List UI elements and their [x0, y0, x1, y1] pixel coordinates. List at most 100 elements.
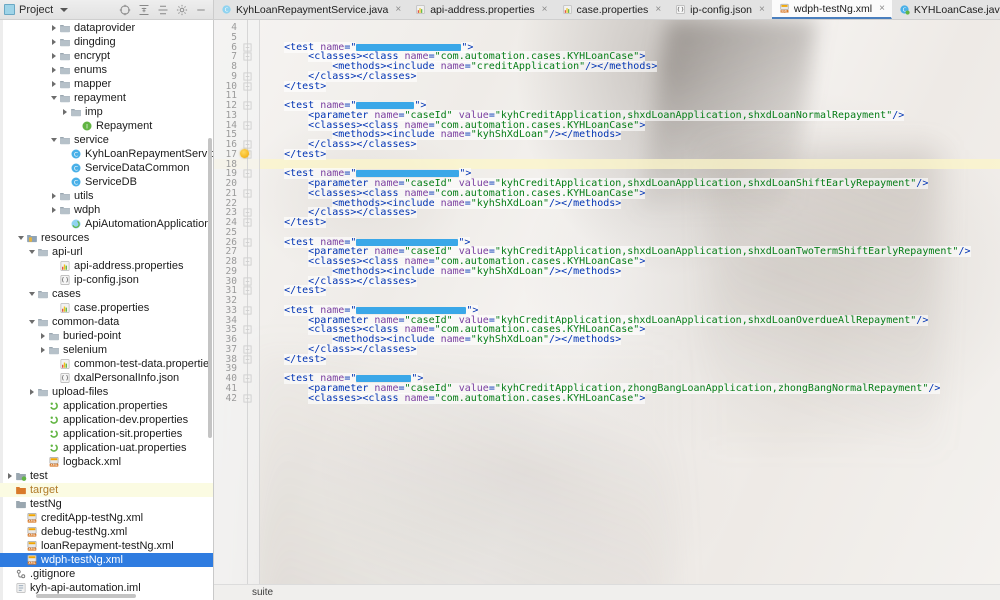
- fold-marker-line-37[interactable]: [243, 345, 252, 354]
- code-editor[interactable]: 4 5 6 7 8 9 10 11 12 13 14 15 16 17 18 19 20 21 22 23 24 25 26…: [214, 20, 1000, 600]
- chevron-down-icon[interactable]: [48, 138, 59, 142]
- tree-node-dxalpersonalinfo-json[interactable]: dxalPersonalInfo.json: [0, 371, 213, 385]
- chevron-down-icon[interactable]: [15, 236, 26, 240]
- tree-node-imp[interactable]: imp: [0, 105, 213, 119]
- tree-node-enums[interactable]: enums: [0, 63, 213, 77]
- fold-marker-line-12[interactable]: [243, 101, 252, 110]
- tree-node-selenium[interactable]: selenium: [0, 343, 213, 357]
- tree-node-kyhloanrepaymentservic[interactable]: C KyhLoanRepaymentServic: [0, 147, 213, 161]
- fold-marker-line-10[interactable]: [243, 81, 252, 91]
- chevron-right-icon[interactable]: [48, 53, 59, 59]
- chevron-right-icon[interactable]: [37, 333, 48, 339]
- chevron-right-icon[interactable]: [37, 347, 48, 353]
- fold-marker-line-35[interactable]: [243, 325, 252, 334]
- tree-vertical-scrollbar[interactable]: [208, 138, 212, 438]
- editor-tab-api-address-properties[interactable]: api-address.properties ×: [408, 0, 554, 19]
- tree-node-repayment[interactable]: repayment: [0, 91, 213, 105]
- tree-node-ip-config-json[interactable]: ip-config.json: [0, 273, 213, 287]
- gear-icon[interactable]: [176, 4, 188, 16]
- close-icon[interactable]: ×: [395, 4, 401, 15]
- tree-node-utils[interactable]: utils: [0, 189, 213, 203]
- tree-node-application-dev-properties[interactable]: application-dev.properties: [0, 413, 213, 427]
- tree-node-buried-point[interactable]: buried-point: [0, 329, 213, 343]
- tree-node-mapper[interactable]: mapper: [0, 77, 213, 91]
- tree-node-application-sit-properties[interactable]: application-sit.properties: [0, 427, 213, 441]
- editor-tab-case-properties[interactable]: case.properties ×: [555, 0, 669, 19]
- tree-node-dataprovider[interactable]: dataprovider: [0, 21, 213, 35]
- tree-node-api-address-properties[interactable]: api-address.properties: [0, 259, 213, 273]
- tree-node-application-properties[interactable]: application.properties: [0, 399, 213, 413]
- tree-node-target[interactable]: target: [0, 483, 213, 497]
- tree-node-creditapp-testng-xml[interactable]: XML creditApp-testNg.xml: [0, 511, 213, 525]
- close-icon[interactable]: ×: [879, 3, 885, 14]
- chevron-right-icon[interactable]: [48, 25, 59, 31]
- chevron-down-icon[interactable]: [26, 250, 37, 254]
- tree-node-test[interactable]: test: [0, 469, 213, 483]
- tree-node-dingding[interactable]: dingding: [0, 35, 213, 49]
- tree-node-loanrepayment-testng-xml[interactable]: XML loanRepayment-testNg.xml: [0, 539, 213, 553]
- fold-marker-line-24[interactable]: [243, 218, 252, 227]
- fold-marker-line-16[interactable]: [243, 140, 252, 149]
- chevron-right-icon[interactable]: [26, 389, 37, 395]
- fold-marker-line-21[interactable]: [243, 189, 252, 198]
- tree-node-repayment[interactable]: I Repayment: [0, 119, 213, 133]
- fold-marker-line-23[interactable]: [243, 208, 252, 217]
- tree-node-case-properties[interactable]: case.properties: [0, 301, 213, 315]
- locate-icon[interactable]: [119, 4, 131, 16]
- code-text-layer[interactable]: <test name=" "> <classes><class name="com…: [260, 20, 1000, 600]
- tree-node-kyh-api-automation-iml[interactable]: kyh-api-automation.iml: [0, 581, 213, 595]
- editor-tab-wdph-testng-xml[interactable]: XML wdph-testNg.xml ×: [771, 0, 892, 19]
- chevron-down-icon[interactable]: [26, 320, 37, 324]
- breadcrumb[interactable]: suite: [214, 584, 1000, 600]
- close-icon[interactable]: ×: [655, 4, 661, 15]
- fold-marker-line-38[interactable]: [243, 354, 252, 364]
- close-icon[interactable]: ×: [542, 4, 548, 15]
- chevron-right-icon[interactable]: [48, 39, 59, 45]
- editor-tab-kyhloanrepaymentservice-java[interactable]: C KyhLoanRepaymentService.java ×: [214, 0, 408, 19]
- fold-marker-line-33[interactable]: [243, 306, 252, 315]
- chevron-right-icon[interactable]: [48, 207, 59, 213]
- hide-icon[interactable]: [195, 4, 207, 16]
- chevron-right-icon[interactable]: [48, 193, 59, 199]
- tree-node-debug-testng-xml[interactable]: XML debug-testNg.xml: [0, 525, 213, 539]
- tree-node-common-data[interactable]: common-data: [0, 315, 213, 329]
- chevron-right-icon[interactable]: [48, 81, 59, 87]
- tree-node-servicedatacommon[interactable]: C ServiceDataCommon: [0, 161, 213, 175]
- tree-node-resources[interactable]: resources: [0, 231, 213, 245]
- tree-node-wdph-testng-xml[interactable]: XML wdph-testNg.xml: [0, 553, 213, 567]
- fold-marker-line-31[interactable]: [243, 286, 252, 295]
- fold-marker-line-9[interactable]: [243, 72, 252, 81]
- close-icon[interactable]: ×: [759, 4, 765, 15]
- tree-node-service[interactable]: service: [0, 133, 213, 147]
- fold-marker-line-40[interactable]: [243, 374, 252, 383]
- editor-tab-kyhloancase-java[interactable]: CKYHLoanCase.java×: [892, 0, 1000, 19]
- tree-node-servicedb[interactable]: C ServiceDB: [0, 175, 213, 189]
- fold-marker-line-7[interactable]: [243, 52, 252, 61]
- fold-marker-line-28[interactable]: [243, 257, 252, 266]
- tree-node-application-uat-properties[interactable]: application-uat.properties: [0, 441, 213, 455]
- fold-marker-line-19[interactable]: [243, 169, 252, 178]
- fold-marker-line-26[interactable]: [243, 237, 252, 247]
- tree-node-cases[interactable]: cases: [0, 287, 213, 301]
- project-tree[interactable]: dataprovider dingding encrypt enums mapper re…: [0, 20, 214, 600]
- tree-node-upload-files[interactable]: upload-files: [0, 385, 213, 399]
- chevron-right-icon[interactable]: [59, 109, 70, 115]
- tree-node--gitignore[interactable]: .gitignore: [0, 567, 213, 581]
- fold-marker-line-6[interactable]: [243, 42, 252, 52]
- tree-node-apiautomationapplication[interactable]: ApiAutomationApplication: [0, 217, 213, 231]
- fold-marker-line-30[interactable]: [243, 276, 252, 286]
- tree-node-wdph[interactable]: wdph: [0, 203, 213, 217]
- chevron-down-icon[interactable]: [48, 96, 59, 100]
- expand-all-icon[interactable]: [138, 4, 150, 16]
- tree-node-logback-xml[interactable]: XML logback.xml: [0, 455, 213, 469]
- tree-node-api-url[interactable]: api-url: [0, 245, 213, 259]
- project-title-button[interactable]: Project: [4, 4, 69, 16]
- editor-tab-ip-config-json[interactable]: ip-config.json ×: [668, 0, 772, 19]
- tree-node-common-test-data-propertie[interactable]: common-test-data.propertie: [0, 357, 213, 371]
- editor-gutter[interactable]: 4 5 6 7 8 9 10 11 12 13 14 15 16 17 18 19 20 21 22 23 24 25 26…: [214, 20, 260, 600]
- chevron-down-icon[interactable]: [60, 7, 69, 12]
- tree-horizontal-scrollbar[interactable]: [36, 594, 136, 598]
- collapse-all-icon[interactable]: [157, 4, 169, 16]
- fold-marker-line-42[interactable]: [243, 393, 252, 403]
- chevron-right-icon[interactable]: [4, 473, 15, 479]
